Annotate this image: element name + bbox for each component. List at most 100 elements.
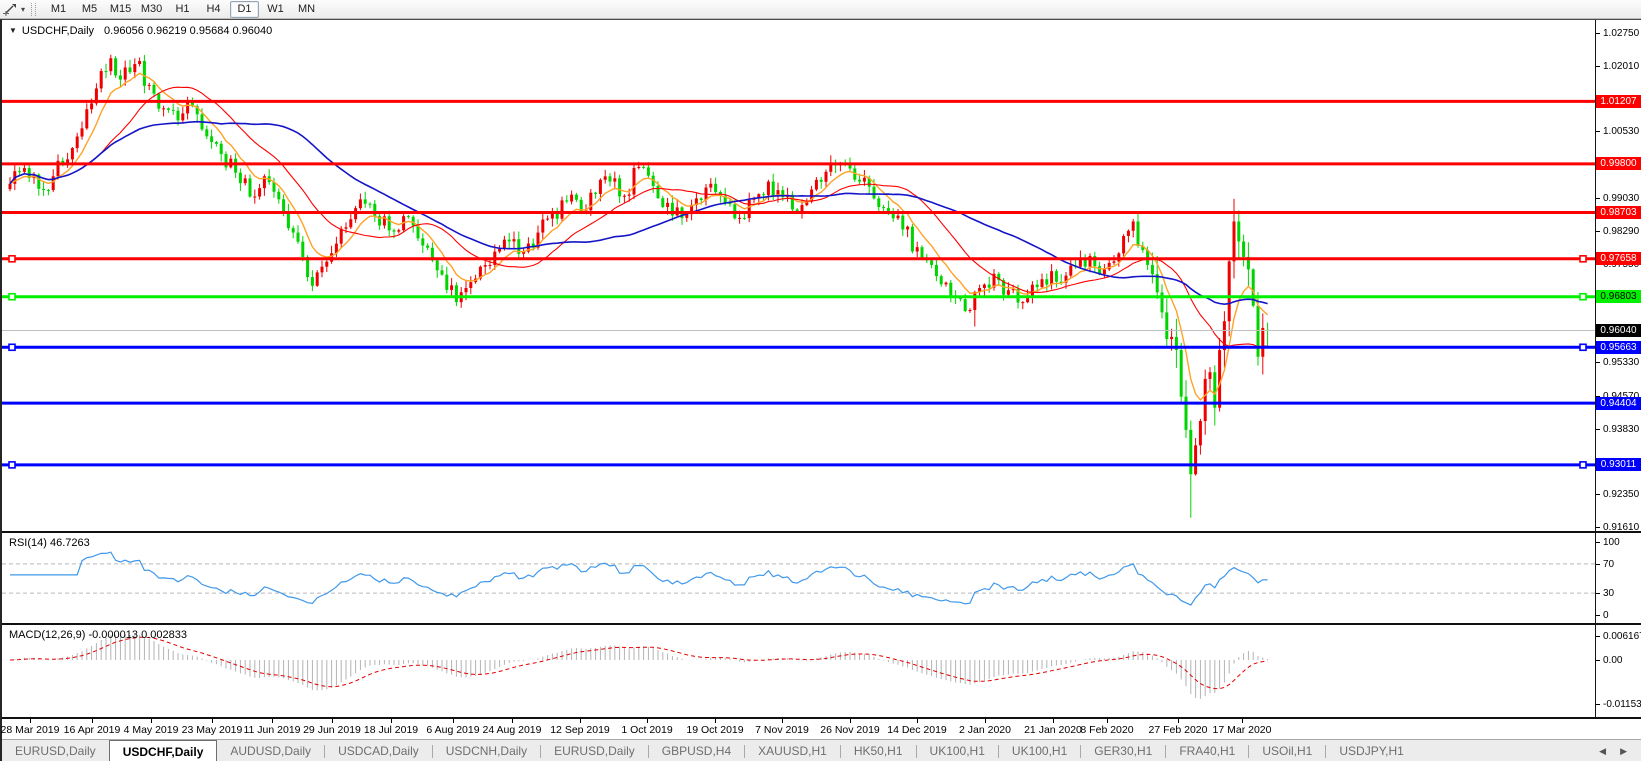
timeframe-buttons: M1M5M15M30H1H4D1W1MN bbox=[43, 1, 322, 18]
price-axis-tick: 0.98290 bbox=[1596, 226, 1641, 237]
timeframe-button-h1[interactable]: H1 bbox=[168, 1, 197, 18]
date-axis-tick bbox=[580, 719, 581, 723]
date-axis-label: 23 May 2019 bbox=[182, 724, 243, 736]
rsi-label: RSI(14) 46.7263 bbox=[9, 537, 90, 549]
price-level-label: 0.94404 bbox=[1596, 397, 1641, 410]
timeframe-button-mn[interactable]: MN bbox=[292, 1, 321, 18]
timeframe-button-m5[interactable]: M5 bbox=[75, 1, 104, 18]
macd-axis[interactable]: 0.006167 0.00 -0.011531 bbox=[1595, 625, 1641, 717]
date-axis-label: 11 Jun 2019 bbox=[243, 724, 300, 736]
tab-eurusd-daily[interactable]: EURUSD,Daily bbox=[541, 740, 648, 761]
price-level-label: 0.96803 bbox=[1596, 290, 1641, 303]
timeframe-button-h4[interactable]: H4 bbox=[199, 1, 228, 18]
tab-scroll-buttons: ◀▶ bbox=[1585, 740, 1641, 761]
price-level-label: 0.96040 bbox=[1596, 324, 1641, 337]
date-axis-tick bbox=[647, 719, 648, 723]
price-axis-tick: 1.02010 bbox=[1596, 61, 1641, 72]
timeframe-toolbar: ▾ M1M5M15M30H1H4D1W1MN bbox=[0, 0, 1641, 19]
toolbar-grip-handle[interactable] bbox=[31, 3, 36, 16]
timeframe-button-m1[interactable]: M1 bbox=[44, 1, 73, 18]
price-axis-tick: 0.99030 bbox=[1596, 193, 1641, 204]
price-pane: ▼USDCHF,Daily0.96056 0.96219 0.95684 0.9… bbox=[2, 20, 1641, 533]
date-axis-tick bbox=[715, 719, 716, 723]
timeframe-button-m15[interactable]: M15 bbox=[106, 1, 135, 18]
rsi-axis[interactable]: 100 70 30 0 bbox=[1595, 533, 1641, 623]
price-axis-tick: 1.02750 bbox=[1596, 28, 1641, 39]
date-axis-label: 7 Nov 2019 bbox=[755, 724, 809, 736]
date-axis-label: 6 Aug 2019 bbox=[426, 724, 479, 736]
date-axis-tick bbox=[92, 719, 93, 723]
date-axis-label: 26 Nov 2019 bbox=[820, 724, 880, 736]
price-axis-tick: 0.93830 bbox=[1596, 424, 1641, 435]
date-axis-tick bbox=[985, 719, 986, 723]
date-axis-label: 1 Oct 2019 bbox=[621, 724, 672, 736]
date-axis-label: 12 Sep 2019 bbox=[550, 724, 610, 736]
tab-usdcad-daily[interactable]: USDCAD,Daily bbox=[325, 740, 432, 761]
date-axis-label: 24 Aug 2019 bbox=[483, 724, 542, 736]
macd-plot[interactable] bbox=[2, 625, 1595, 717]
date-axis-tick bbox=[453, 719, 454, 723]
date-axis-label: 27 Feb 2020 bbox=[1149, 724, 1208, 736]
tab-fra40-h1[interactable]: FRA40,H1 bbox=[1166, 740, 1248, 761]
price-axis-tick: 0.91610 bbox=[1596, 522, 1641, 533]
tab-xauusd-h1[interactable]: XAUUSD,H1 bbox=[745, 740, 840, 761]
date-axis-label: 2 Jan 2020 bbox=[959, 724, 1011, 736]
trading-platform-window: ▾ M1M5M15M30H1H4D1W1MN ▼USDCHF,Daily0.96… bbox=[0, 0, 1641, 761]
chart-header: ▼USDCHF,Daily0.96056 0.96219 0.95684 0.9… bbox=[9, 25, 272, 37]
date-axis-tick bbox=[391, 719, 392, 723]
chart-ohlc-values: 0.96056 0.96219 0.95684 0.96040 bbox=[104, 25, 272, 37]
price-axis-tick: 0.92350 bbox=[1596, 489, 1641, 500]
macd-axis-tick: -0.011531 bbox=[1596, 699, 1641, 710]
price-axis[interactable]: 1.027501.020101.005300.990300.982900.975… bbox=[1595, 20, 1641, 531]
collapse-triangle-icon[interactable]: ▼ bbox=[9, 26, 17, 35]
rsi-plot[interactable] bbox=[2, 533, 1595, 623]
price-plot[interactable] bbox=[2, 20, 1595, 531]
date-axis-label: 17 Mar 2020 bbox=[1213, 724, 1272, 736]
tab-usdjpy-h1[interactable]: USDJPY,H1 bbox=[1326, 740, 1416, 761]
date-axis-label: 4 May 2019 bbox=[124, 724, 179, 736]
date-axis-label: 28 Mar 2019 bbox=[1, 724, 60, 736]
date-axis[interactable]: 28 Mar 201916 Apr 20194 May 201923 May 2… bbox=[2, 719, 1641, 739]
tab-usdcnh-daily[interactable]: USDCNH,Daily bbox=[433, 740, 540, 761]
date-axis-label: 18 Jul 2019 bbox=[364, 724, 418, 736]
tab-usoil-h1[interactable]: USOil,H1 bbox=[1249, 740, 1325, 761]
price-level-label: 0.95663 bbox=[1596, 341, 1641, 354]
date-axis-label: 29 Jun 2019 bbox=[303, 724, 361, 736]
tab-usdchf-daily[interactable]: USDCHF,Daily bbox=[109, 740, 218, 761]
rsi-axis-tick: 30 bbox=[1596, 588, 1641, 599]
macd-label: MACD(12,26,9) -0.000013 0.002833 bbox=[9, 629, 187, 641]
tab-hk50-h1[interactable]: HK50,H1 bbox=[841, 740, 916, 761]
crosshair-cursor-icon[interactable] bbox=[3, 3, 17, 16]
tab-scroll-left-icon[interactable]: ◀ bbox=[1599, 746, 1606, 757]
tab-gbpusd-h4[interactable]: GBPUSD,H4 bbox=[649, 740, 744, 761]
price-axis-tick: 0.95330 bbox=[1596, 357, 1641, 368]
date-axis-tick bbox=[1242, 719, 1243, 723]
date-axis-tick bbox=[1178, 719, 1179, 723]
rsi-axis-tick: 0 bbox=[1596, 610, 1641, 621]
timeframe-button-m30[interactable]: M30 bbox=[137, 1, 166, 18]
tab-eurusd-daily[interactable]: EURUSD,Daily bbox=[2, 740, 109, 761]
price-level-label: 0.98703 bbox=[1596, 206, 1641, 219]
price-level-label: 0.99800 bbox=[1596, 157, 1641, 170]
macd-axis-tick: 0.006167 bbox=[1596, 631, 1641, 642]
rsi-axis-tick: 100 bbox=[1596, 537, 1641, 548]
date-axis-tick bbox=[782, 719, 783, 723]
timeframe-button-d1[interactable]: D1 bbox=[230, 1, 259, 18]
tab-scroll-right-icon[interactable]: ▶ bbox=[1620, 746, 1627, 757]
date-axis-tick bbox=[212, 719, 213, 723]
date-axis-tick bbox=[272, 719, 273, 723]
price-axis-tick: 1.00530 bbox=[1596, 126, 1641, 137]
tab-uk100-h1[interactable]: UK100,H1 bbox=[999, 740, 1080, 761]
macd-axis-tick: 0.00 bbox=[1596, 655, 1641, 666]
timeframe-button-w1[interactable]: W1 bbox=[261, 1, 290, 18]
macd-pane: MACD(12,26,9) -0.000013 0.002833 0.00616… bbox=[2, 625, 1641, 719]
symbol-tab-bar: EURUSD,DailyUSDCHF,DailyAUDUSD,DailyUSDC… bbox=[2, 739, 1641, 761]
tab-uk100-h1[interactable]: UK100,H1 bbox=[917, 740, 998, 761]
date-axis-label: 14 Dec 2019 bbox=[887, 724, 947, 736]
tab-audusd-daily[interactable]: AUDUSD,Daily bbox=[217, 740, 324, 761]
tab-ger30-h1[interactable]: GER30,H1 bbox=[1081, 740, 1165, 761]
cursor-dropdown-arrow-icon[interactable]: ▾ bbox=[21, 5, 25, 14]
date-axis-tick bbox=[512, 719, 513, 723]
rsi-axis-tick: 70 bbox=[1596, 559, 1641, 570]
date-axis-tick bbox=[850, 719, 851, 723]
